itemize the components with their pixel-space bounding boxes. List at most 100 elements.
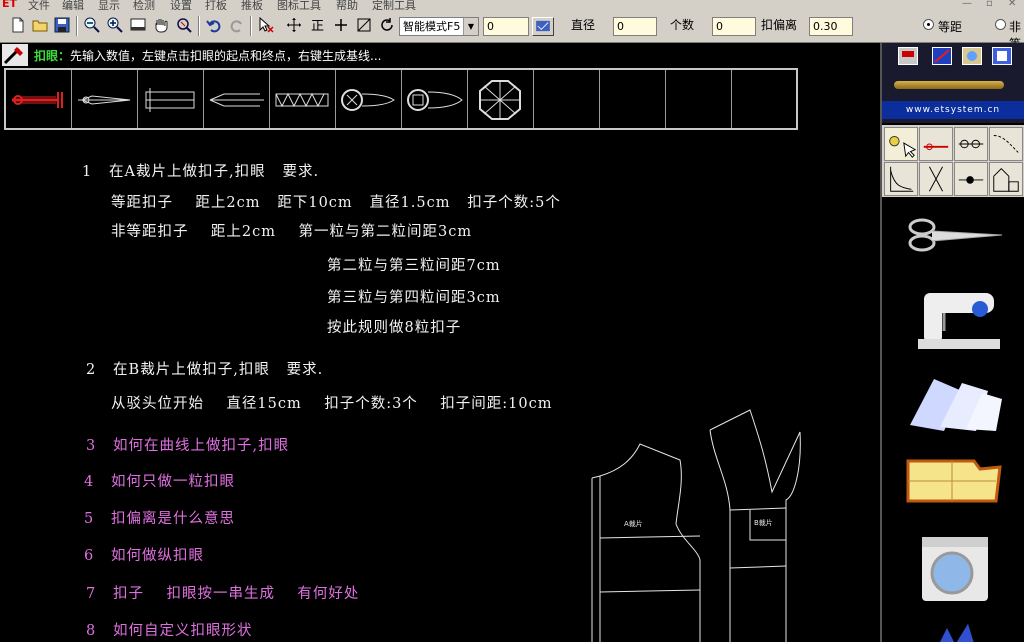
offset-input[interactable]: 0.30: [809, 17, 853, 36]
scissors-icon[interactable]: [904, 213, 1004, 257]
snap-icon[interactable]: [354, 15, 374, 35]
menu-edit[interactable]: 编辑: [62, 0, 84, 10]
buttonhole-style-empty-2[interactable]: [600, 70, 666, 128]
zoom-window-icon[interactable]: [174, 15, 194, 35]
menu-custom-tools[interactable]: 定制工具: [372, 0, 416, 10]
buttonhole-tool-pin[interactable]: [954, 162, 988, 196]
menu-icon-tools[interactable]: 图标工具: [277, 0, 321, 10]
washing-machine-icon[interactable]: [904, 533, 1004, 603]
redo-icon[interactable]: [227, 15, 247, 35]
pattern-piece-a[interactable]: [591, 443, 701, 642]
menu-file[interactable]: 文件: [28, 0, 50, 10]
apply-button[interactable]: [532, 17, 554, 36]
toolbar-separator: [198, 16, 200, 36]
equal-radio[interactable]: [923, 19, 934, 30]
diameter-label: 直径: [571, 18, 596, 32]
undo-icon[interactable]: [204, 15, 224, 35]
save-icon[interactable]: [52, 15, 72, 35]
task-1-equal-spacing: 等距扣子 距上2cm 距下10cm 直径1.5cm 扣子个数:5个: [111, 195, 561, 211]
hint-bar: 扣眼： 先输入数值，左键点击扣眼的起点和终点，右键生成基线...: [0, 43, 880, 66]
pattern-piece-a-label: A裁片: [624, 519, 643, 528]
question-5: 5 扣偏离是什么意思: [84, 511, 236, 527]
crosshair-icon[interactable]: [331, 15, 351, 35]
pattern-pieces: A裁片 B裁片: [591, 409, 801, 642]
buttonhole-style-lens[interactable]: [204, 70, 270, 128]
menu-check[interactable]: 检测: [133, 0, 155, 10]
buttonhole-style-button[interactable]: [402, 70, 468, 128]
buttonhole-tool-icon: [2, 44, 28, 66]
offset-label: 扣偏离: [761, 18, 798, 32]
task-1-gap-3-4: 第三粒与第四粒间距3cm: [327, 290, 501, 306]
task-1-gap-2-3: 第二粒与第三粒间距7cm: [327, 258, 501, 274]
buttonhole-tool-vertical[interactable]: [919, 162, 953, 196]
question-7: 7 扣子 扣眼按一串生成 有何好处: [86, 586, 360, 602]
menu-help[interactable]: 帮助: [336, 0, 358, 10]
menu-grade[interactable]: 推板: [241, 0, 263, 10]
value-input[interactable]: 0: [483, 17, 529, 36]
task-2-title: 2 在B裁片上做扣子,扣眼 要求.: [86, 362, 324, 378]
pattern-piece-b-label: B裁片: [754, 518, 773, 527]
task-1-unequal-spacing: 非等距扣子 距上2cm 第一粒与第二粒间距3cm: [111, 224, 473, 240]
menu-view[interactable]: 显示: [98, 0, 120, 10]
task-1-rule: 按此规则做8粒扣子: [327, 320, 462, 336]
sidebar-tool-1[interactable]: [898, 47, 918, 65]
buttonhole-style-empty-1[interactable]: [534, 70, 600, 128]
buttonhole-tool-button[interactable]: [884, 127, 918, 161]
website-banner: www.etsystem.cn: [882, 101, 1024, 119]
zoom-in-icon[interactable]: [105, 15, 125, 35]
open-folder-icon[interactable]: [30, 15, 50, 35]
buttonhole-style-panel: [4, 68, 798, 130]
buttonhole-tool-line[interactable]: [919, 127, 953, 161]
menu-draft[interactable]: 打板: [205, 0, 227, 10]
menu-bar: ET 文件 编辑 显示 检测 设置 打板 推板 图标工具 帮助 定制工具 — ▫…: [0, 0, 1024, 10]
buttonhole-tool-grid: [882, 125, 1024, 197]
buttonhole-style-empty-3[interactable]: [666, 70, 732, 128]
maximize-icon[interactable]: ▫: [986, 0, 993, 9]
sidebar-tool-4[interactable]: [992, 47, 1012, 65]
unequal-radio[interactable]: [995, 19, 1006, 30]
sewing-machine-icon[interactable]: [904, 283, 1004, 353]
menu-settings[interactable]: 设置: [170, 0, 192, 10]
pencil-icon: [894, 81, 1004, 89]
new-file-icon[interactable]: [8, 15, 28, 35]
mode-select-value: 智能模式F5: [403, 20, 461, 33]
ortho-icon[interactable]: 正: [307, 15, 327, 35]
hint-title: 扣眼：: [34, 49, 71, 63]
buttonhole-tool-shape[interactable]: [989, 162, 1023, 196]
buttonhole-style-octagon[interactable]: [468, 70, 534, 128]
question-8: 8 如何自定义扣眼形状: [86, 623, 253, 639]
tool-sidebar: www.etsystem.cn: [882, 43, 1024, 642]
sidebar-header: www.etsystem.cn: [882, 43, 1024, 123]
diameter-input[interactable]: 0: [613, 17, 657, 36]
mode-select[interactable]: 智能模式F5 ▼: [399, 17, 479, 36]
more-tools-icon[interactable]: [904, 621, 1004, 642]
buttonhole-style-dart[interactable]: [72, 70, 138, 128]
toolbar-separator: [76, 16, 78, 36]
sidebar-tool-3[interactable]: [962, 47, 982, 65]
buttonhole-style-empty-4[interactable]: [732, 70, 797, 128]
pattern-block-icon[interactable]: [904, 455, 1004, 505]
buttonhole-style-keyhole-red[interactable]: [6, 70, 72, 128]
pan-hand-icon[interactable]: [151, 15, 171, 35]
select-delete-icon[interactable]: [256, 15, 276, 35]
buttonhole-tool-chain[interactable]: [954, 127, 988, 161]
count-input[interactable]: 0: [712, 17, 756, 36]
buttonhole-tool-curve[interactable]: [989, 127, 1023, 161]
equal-radio-label: 等距: [938, 20, 963, 34]
fabric-pieces-icon[interactable]: [904, 373, 1004, 433]
close-icon[interactable]: ✕: [1008, 0, 1016, 9]
move-icon[interactable]: [284, 15, 304, 35]
chevron-down-icon[interactable]: ▼: [463, 18, 478, 35]
svg-text:正: 正: [311, 19, 324, 34]
app-logo: ET: [2, 0, 18, 10]
refresh-icon[interactable]: [377, 15, 397, 35]
zoom-out-icon[interactable]: [82, 15, 102, 35]
fit-screen-icon[interactable]: [128, 15, 148, 35]
minimize-icon[interactable]: —: [962, 0, 972, 9]
toolbar-separator: [250, 16, 252, 36]
buttonhole-style-zigzag[interactable]: [270, 70, 336, 128]
sidebar-tool-2[interactable]: [932, 47, 952, 65]
buttonhole-tool-corner[interactable]: [884, 162, 918, 196]
buttonhole-style-rect[interactable]: [138, 70, 204, 128]
buttonhole-style-round-wrap[interactable]: [336, 70, 402, 128]
